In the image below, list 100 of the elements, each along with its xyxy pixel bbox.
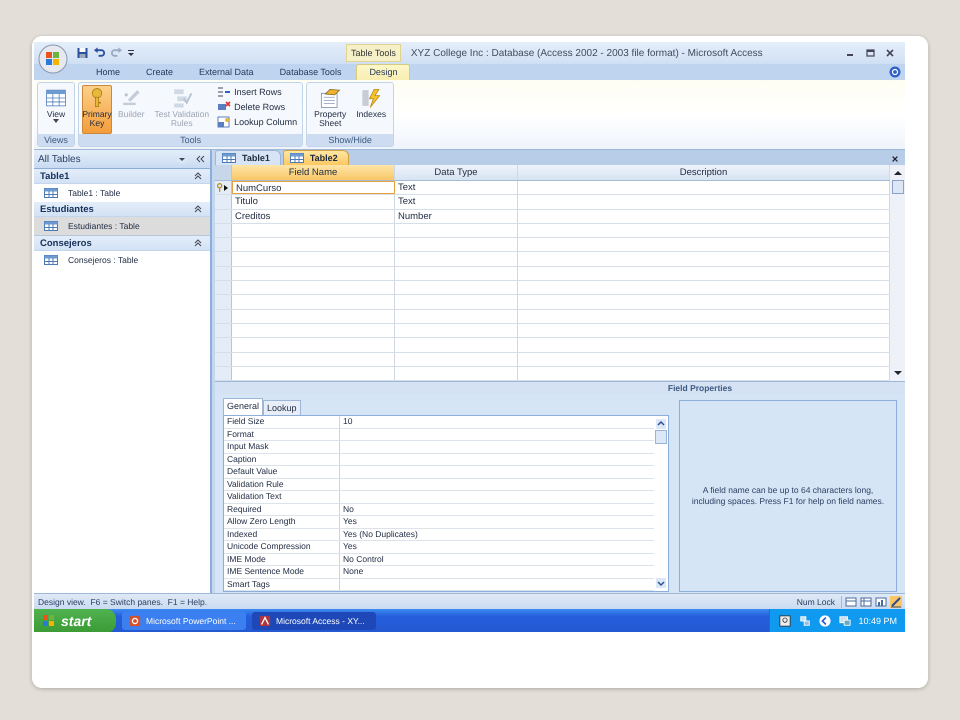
property-sheet-icon: [319, 87, 342, 109]
taskbar-button[interactable]: Microsoft Access - XY...: [252, 612, 376, 630]
datasheet-view-icon[interactable]: [845, 596, 857, 608]
section-title: Field Properties: [668, 383, 732, 394]
ribbon-tab[interactable]: Design: [356, 64, 410, 80]
help-text: A field name can be up to 64 characters long, including spaces. Press F1 for help on field names.: [690, 485, 886, 508]
column-header[interactable]: Data Type: [395, 165, 518, 180]
property-value[interactable]: Yes: [340, 516, 654, 528]
document-tab[interactable]: Table2: [282, 150, 349, 165]
lightning-icon: [360, 87, 382, 109]
property-name: Unicode Compression: [224, 541, 340, 553]
property-name: Validation Text: [224, 491, 340, 503]
delete-rows-icon: [217, 101, 232, 113]
scroll-down-icon[interactable]: [656, 578, 666, 588]
ribbon-button[interactable]: Property Sheet: [310, 85, 350, 134]
property-value[interactable]: Yes (No Duplicates): [340, 528, 654, 540]
property-value[interactable]: 10: [340, 416, 654, 428]
undo-icon[interactable]: [93, 47, 106, 59]
ribbon-tab[interactable]: External Data: [186, 65, 267, 80]
collapse-icon[interactable]: [194, 239, 202, 247]
ribbon-tab[interactable]: Home: [83, 65, 134, 80]
property-value[interactable]: No Control: [340, 554, 654, 566]
close-icon[interactable]: [891, 155, 899, 163]
nav-group-header[interactable]: Estudiantes: [34, 202, 210, 217]
ribbon-button[interactable]: Primary Key: [82, 85, 112, 134]
ribbon-button[interactable]: Insert Rows: [217, 86, 298, 98]
table-cell[interactable]: Text: [395, 195, 518, 209]
property-name: IME Sentence Mode: [224, 566, 340, 578]
save-icon[interactable]: [76, 47, 89, 59]
design-view-icon[interactable]: [890, 596, 902, 608]
nav-item[interactable]: Consejeros : Table: [34, 251, 210, 269]
scroll-thumb[interactable]: [892, 180, 904, 194]
clock: 10:49 PM: [858, 616, 897, 626]
table-cell[interactable]: NumCurso: [232, 181, 395, 194]
table-icon: [44, 188, 58, 198]
taskbar-button[interactable]: Microsoft PowerPoint ...: [122, 612, 246, 630]
property-name: Input Mask: [224, 441, 340, 453]
lookup-icon: [217, 116, 232, 128]
ribbon-tab[interactable]: Create: [133, 65, 186, 80]
table-cell[interactable]: Number: [395, 210, 518, 223]
restore-icon[interactable]: [865, 48, 875, 58]
property-name: Required: [224, 504, 340, 516]
collapse-icon[interactable]: [194, 205, 202, 213]
help-icon[interactable]: [889, 66, 901, 78]
network-icon[interactable]: [798, 615, 812, 627]
ribbon-button[interactable]: Lookup Column: [217, 116, 298, 128]
scroll-down-icon[interactable]: [894, 369, 902, 378]
table-cell[interactable]: Titulo: [232, 195, 395, 209]
flag-icon: [42, 614, 56, 628]
property-name: Field Size: [224, 416, 340, 428]
customize-icon[interactable]: [127, 49, 135, 57]
property-value[interactable]: None: [340, 566, 654, 578]
collapse-icon[interactable]: [194, 153, 206, 165]
expand-icon[interactable]: [818, 615, 832, 627]
nav-group-header[interactable]: Consejeros: [34, 236, 210, 251]
help-icon[interactable]: [778, 615, 792, 627]
column-header[interactable]: Field Name: [232, 165, 395, 180]
contextual-tab-label: Table Tools: [346, 44, 401, 62]
close-icon[interactable]: [885, 48, 895, 58]
pivot-chart-icon[interactable]: [875, 596, 887, 608]
property-name: Caption: [224, 454, 340, 466]
scrollbar[interactable]: [890, 165, 905, 382]
collapse-icon[interactable]: [194, 172, 202, 180]
ribbon-tab[interactable]: Database Tools: [266, 65, 354, 80]
scroll-up-icon[interactable]: [894, 169, 902, 177]
group-label: Views: [38, 134, 74, 146]
property-name: Format: [224, 428, 340, 440]
property-name: Default Value: [224, 466, 340, 478]
property-name: Indexed: [224, 528, 340, 540]
insert-rows-icon: [217, 86, 232, 98]
table-icon: [222, 153, 236, 163]
scroll-thumb[interactable]: [655, 430, 667, 444]
status-message: Design view. F6 = Switch panes. F1 = Help.: [38, 596, 208, 606]
table-icon: [44, 221, 58, 231]
nav-item[interactable]: Estudiantes : Table: [34, 217, 210, 236]
app-icon: [128, 615, 142, 627]
property-name: Smart Tags: [224, 578, 340, 590]
table-cell[interactable]: Text: [395, 181, 518, 194]
status-indicator: Num Lock: [796, 596, 836, 606]
property-name: Allow Zero Length: [224, 516, 340, 528]
ribbon-button[interactable]: Delete Rows: [217, 101, 298, 113]
table-icon: [44, 255, 58, 265]
table-icon: [45, 87, 67, 109]
ribbon-button[interactable]: Indexes: [352, 85, 390, 134]
tab[interactable]: Lookup: [263, 400, 301, 416]
tab[interactable]: General: [223, 398, 264, 416]
scroll-up-icon[interactable]: [656, 419, 666, 430]
table-cell[interactable]: Creditos: [232, 210, 395, 223]
property-value[interactable]: No: [340, 504, 654, 516]
window-title: XYZ College Inc : Database (Access 2002 - 2003 file format) - Microsoft Access: [410, 48, 764, 58]
row-selector[interactable]: [215, 181, 232, 194]
nav-item[interactable]: Table1 : Table: [34, 184, 210, 202]
app-icon: [258, 615, 272, 627]
group-label: Show/Hide: [307, 134, 394, 146]
computer-icon[interactable]: [838, 615, 852, 627]
document-tab[interactable]: Table1: [215, 150, 281, 165]
pivot-table-icon[interactable]: [860, 596, 872, 608]
nav-group-header[interactable]: Table1: [34, 169, 210, 184]
property-value[interactable]: Yes: [340, 541, 654, 553]
ribbon-button[interactable]: View: [41, 85, 71, 134]
